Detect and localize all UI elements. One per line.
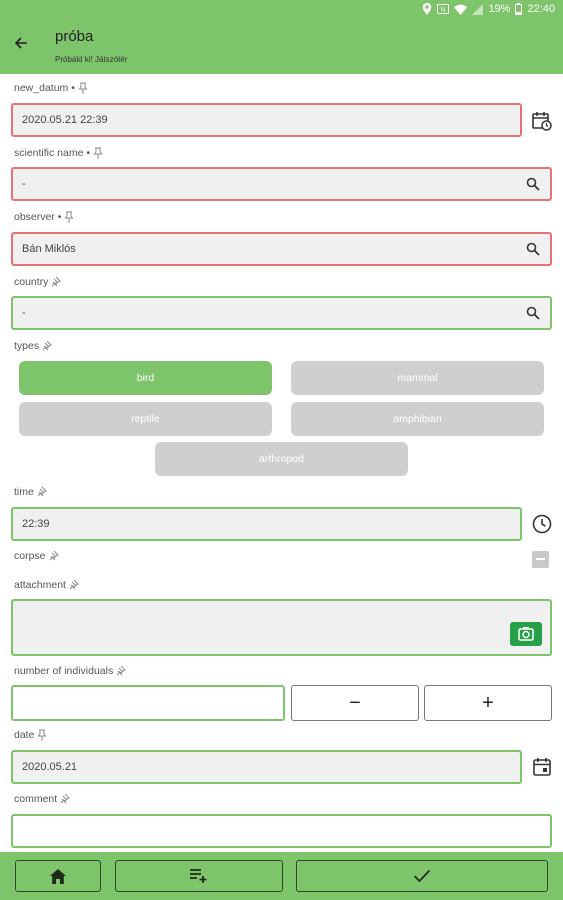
observer-value: Bán Miklós <box>22 243 76 255</box>
playlist-add-icon <box>190 869 207 883</box>
calendar-clock-icon[interactable] <box>531 110 553 132</box>
location-icon <box>423 3 432 15</box>
status-icons: N 19% 22:40 <box>422 2 555 16</box>
pin-outline-icon[interactable] <box>42 340 52 352</box>
time-value: 22:39 <box>22 518 50 530</box>
arrow-left-icon <box>14 37 27 49</box>
new-datum-label-text: new_datum • <box>14 82 75 94</box>
comment-field[interactable] <box>11 814 552 848</box>
new-datum-value: 2020.05.21 22:39 <box>22 114 108 126</box>
time-label-text: time <box>14 486 34 498</box>
back-button[interactable] <box>10 32 32 54</box>
type-option-reptile[interactable]: reptile <box>19 402 272 436</box>
attachment-label: attachment <box>14 579 79 591</box>
bottom-action-bar <box>0 852 563 900</box>
type-option-amphibian[interactable]: amphibian <box>291 402 544 436</box>
camera-button[interactable] <box>510 622 542 646</box>
observer-field[interactable]: Bán Miklós <box>11 232 552 266</box>
pin-outline-icon[interactable] <box>69 579 79 591</box>
corpse-label: corpse <box>14 550 59 562</box>
nfc-icon: N <box>437 4 450 14</box>
pin-outline-icon[interactable] <box>51 276 62 288</box>
attachment-label-text: attachment <box>14 579 66 591</box>
scientific-name-label-text: scientific name • <box>14 147 91 159</box>
page-subtitle: Próbáld ki! Játszótér <box>55 55 128 64</box>
country-label: country <box>14 276 62 288</box>
home-icon <box>50 868 66 884</box>
scientific-name-label: scientific name • <box>14 147 103 159</box>
new-datum-field[interactable]: 2020.05.21 22:39 <box>11 103 522 137</box>
home-button[interactable] <box>15 860 101 892</box>
time-field[interactable]: 22:39 <box>11 507 522 541</box>
date-label-text: date <box>14 729 35 741</box>
type-option-mammal[interactable]: mammal <box>291 361 544 395</box>
number-of-individuals-label: number of individuals <box>14 665 127 677</box>
types-label: types <box>14 340 52 352</box>
increment-button[interactable]: + <box>424 685 552 721</box>
pin-icon[interactable] <box>78 82 88 94</box>
add-to-list-button[interactable] <box>115 860 283 892</box>
observer-label: observer • <box>14 211 74 223</box>
pin-outline-icon[interactable] <box>60 793 71 805</box>
country-value: - <box>22 307 26 319</box>
scientific-name-field[interactable]: - <box>11 167 552 201</box>
date-label: date <box>14 729 47 741</box>
pin-icon[interactable] <box>37 729 47 741</box>
pin-outline-icon[interactable] <box>49 550 59 562</box>
date-value: 2020.05.21 <box>22 761 78 773</box>
scientific-name-value: - <box>22 178 26 190</box>
corpse-checkbox[interactable] <box>532 551 549 568</box>
save-button[interactable] <box>296 860 548 892</box>
battery-percent: 19% <box>488 3 511 15</box>
date-field[interactable]: 2020.05.21 <box>11 750 522 784</box>
checkmark-icon <box>413 869 431 883</box>
wifi-icon <box>454 4 468 15</box>
pin-icon[interactable] <box>93 147 103 159</box>
pin-icon[interactable] <box>64 211 74 223</box>
pin-outline-icon[interactable] <box>37 486 47 498</box>
type-option-arthropod[interactable]: arthropod <box>155 442 408 476</box>
comment-label: comment <box>14 793 71 805</box>
comment-label-text: comment <box>14 793 58 805</box>
number-of-individuals-label-text: number of individuals <box>14 665 114 677</box>
battery-icon <box>515 3 523 15</box>
signal-icon <box>472 3 484 15</box>
svg-text:N: N <box>441 8 445 14</box>
status-bar: N 19% 22:40 <box>0 0 563 18</box>
time-label: time <box>14 486 47 498</box>
types-label-text: types <box>14 340 40 352</box>
number-of-individuals-input[interactable] <box>11 685 285 721</box>
search-icon[interactable] <box>526 242 540 256</box>
new-datum-label: new_datum • <box>14 82 88 94</box>
search-icon[interactable] <box>526 177 540 191</box>
pin-outline-icon[interactable] <box>116 665 127 677</box>
status-time: 22:40 <box>527 3 555 15</box>
app-bar: próba Próbáld ki! Játszótér <box>0 18 563 74</box>
camera-icon <box>518 627 534 641</box>
country-field[interactable]: - <box>11 296 552 330</box>
clock-icon[interactable] <box>531 513 553 535</box>
country-label-text: country <box>14 276 49 288</box>
search-icon[interactable] <box>526 306 540 320</box>
observer-label-text: observer • <box>14 211 62 223</box>
corpse-label-text: corpse <box>14 550 46 562</box>
attachment-field[interactable] <box>11 599 552 656</box>
type-option-bird[interactable]: bird <box>19 361 272 395</box>
page-title: próba <box>55 28 94 45</box>
decrement-button[interactable]: − <box>291 685 419 721</box>
calendar-icon[interactable] <box>531 756 553 778</box>
